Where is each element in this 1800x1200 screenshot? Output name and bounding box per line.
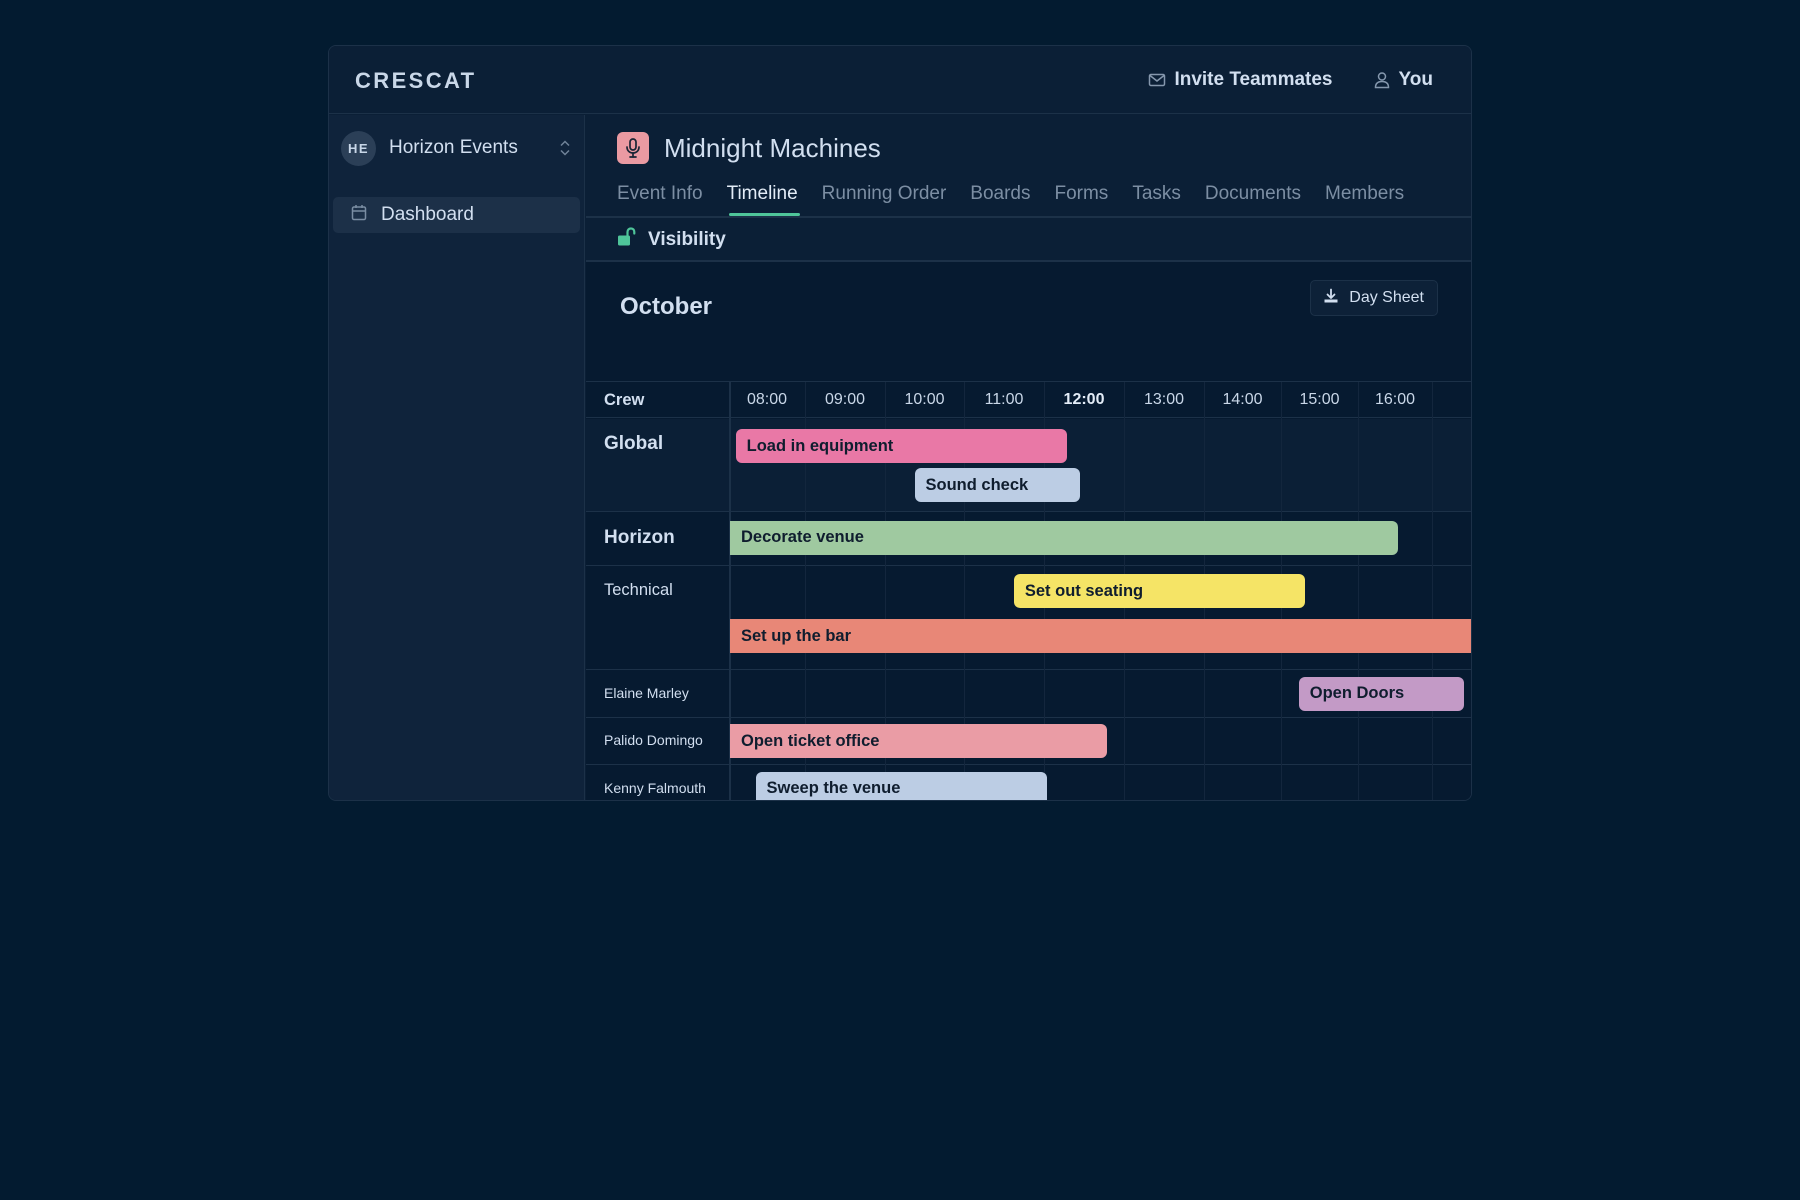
hour-label: 15:00 [1299,391,1340,408]
hour-label: 12:00 [1063,391,1105,408]
crew-member-name: Kenny Falmouth [604,779,706,796]
tab-tasks[interactable]: Tasks [1132,183,1181,216]
visibility-label: Visibility [648,228,726,250]
tab-running-order[interactable]: Running Order [822,183,947,216]
sidebar: HE Horizon Events Dashboard [329,115,585,800]
microphone-icon [617,132,649,164]
event-tabs: Event Info Timeline Running Order Boards For… [617,183,1428,216]
top-bar: CRESCAT Invite Teammates You [329,46,1471,114]
invite-teammates-button[interactable]: Invite Teammates [1148,69,1333,91]
hour-label: 08:00 [746,391,788,408]
event-header: Midnight Machines Event Info Timeline Runn… [586,115,1471,262]
app-window: CRESCAT Invite Teammates You HE Horizon … [328,45,1472,801]
chevron-up-down-icon [558,139,572,162]
tab-members[interactable]: Members [1325,183,1404,216]
crew-column-header: Crew [604,391,645,409]
timeline-task-bar[interactable]: Set up the bar [730,619,1471,653]
envelope-icon [1148,71,1166,89]
hour-label: 14:00 [1222,391,1263,408]
unlocked-icon [617,227,636,252]
sidebar-item-dashboard[interactable]: Dashboard [333,197,580,233]
timeline-task-bar[interactable]: Sound check [914,468,1081,502]
timeline-grid: Crew 08:00 09:00 10:00 11:00 12:00 13:00 14:00 1… [586,381,1471,800]
tab-documents[interactable]: Documents [1205,183,1301,216]
timeline-task-bar[interactable]: Set out seating [1013,574,1306,608]
user-label: You [1398,69,1433,90]
crew-group-name: Technical [604,581,673,599]
timeline-task-bar[interactable]: Open ticket office [730,724,1107,758]
timeline-task-bar[interactable]: Sweep the venue [755,771,1047,800]
timeline-task-bar[interactable]: Open Doors [1298,676,1465,711]
hour-label: 16:00 [1374,391,1416,408]
tab-forms[interactable]: Forms [1054,183,1108,216]
hour-label: 10:00 [904,391,945,408]
crew-group-name: Horizon [604,526,675,548]
user-icon [1373,71,1391,89]
organization-switcher[interactable]: HE Horizon Events [341,130,572,166]
event-title: Midnight Machines [617,132,881,164]
event-name: Midnight Machines [664,132,881,163]
timeline-header-row: Crew 08:00 09:00 10:00 11:00 12:00 13:00 14:00 1… [586,382,1471,418]
org-name: Horizon Events [389,137,518,158]
crew-member-name: Palido Domingo [604,732,703,748]
sidebar-item-label: Dashboard [381,204,474,225]
top-actions: Invite Teammates You [1148,69,1433,91]
crew-group-name: Global [604,433,664,454]
download-icon [1323,288,1339,309]
day-sheet-button[interactable]: Day Sheet [1310,280,1438,316]
day-sheet-label: Day Sheet [1349,289,1424,306]
timeline-task-bar[interactable]: Load in equipment [735,429,1067,463]
org-avatar: HE [341,130,376,166]
calendar-icon [351,204,367,226]
hour-label: 13:00 [1143,391,1185,408]
hour-label: 11:00 [984,391,1024,408]
visibility-toggle[interactable]: Visibility [617,227,726,252]
tab-timeline[interactable]: Timeline [727,183,800,216]
user-menu-button[interactable]: You [1373,69,1433,91]
main-content: Midnight Machines Event Info Timeline Runn… [586,115,1471,800]
month-title: October [620,293,713,320]
crew-member-name: Elaine Marley [604,684,689,701]
tab-event-info[interactable]: Event Info [617,183,703,216]
tab-boards[interactable]: Boards [970,183,1030,216]
invite-teammates-label: Invite Teammates [1174,69,1333,90]
hour-label: 09:00 [824,391,866,408]
tabs-divider [586,216,1471,218]
visibility-divider [586,260,1471,262]
timeline-task-bar[interactable]: Decorate venue [730,520,1399,555]
app-logo[interactable]: CRESCAT [355,68,477,94]
